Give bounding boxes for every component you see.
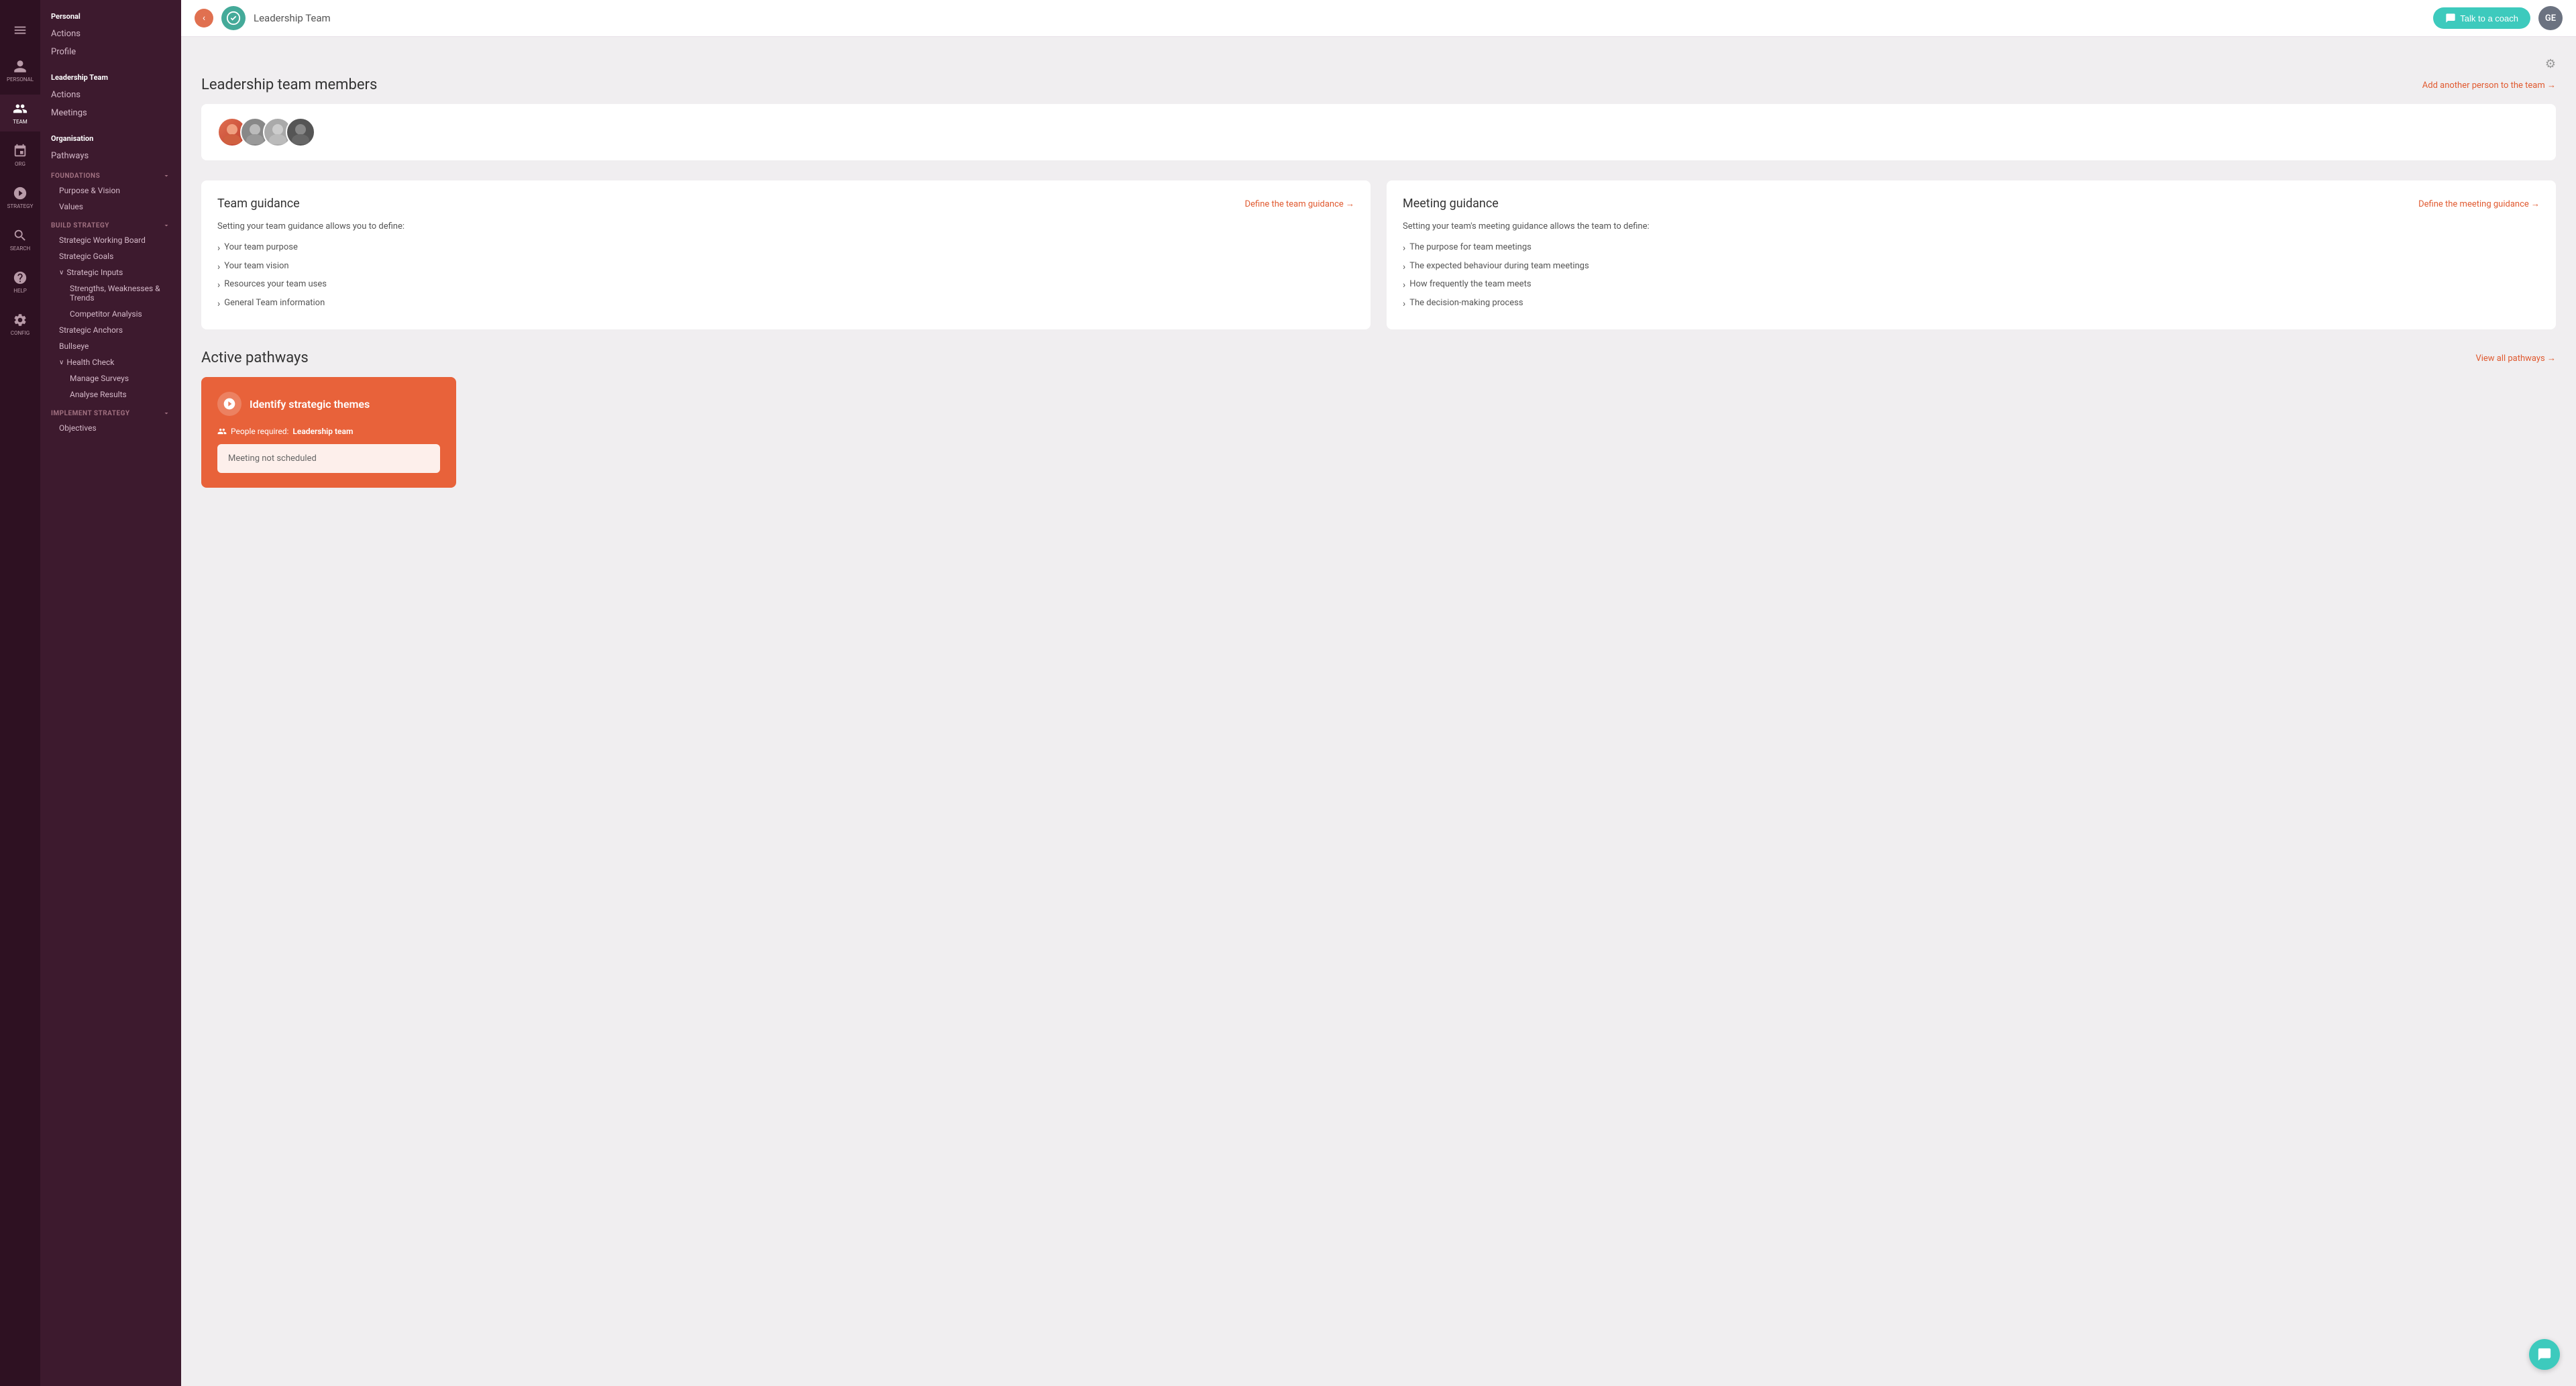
pathway-icon (217, 392, 241, 416)
meeting-guidance-intro: Setting your team's meeting guidance all… (1403, 221, 2540, 231)
pathway-people-value: Leadership team (292, 427, 353, 436)
members-section-header: Leadership team members Add another pers… (201, 76, 2556, 93)
hamburger-menu[interactable] (0, 13, 40, 47)
nav-config-label: CONFIG (11, 330, 30, 336)
sidebar-item-strategic-anchors[interactable]: Strategic Anchors (40, 322, 181, 338)
nav-team[interactable]: TEAM (0, 95, 40, 131)
active-pathways-title: Active pathways (201, 350, 309, 366)
organisation-section-title: Organisation (40, 122, 181, 147)
team-guidance-item-3: Resources your team uses (217, 276, 1354, 295)
define-meeting-guidance-link[interactable]: Define the meeting guidance → (2418, 199, 2540, 209)
sidebar-item-actions-personal[interactable]: Actions (40, 25, 181, 43)
sidebar-icon-strip: PERSONAL TEAM ORG STRATEGY SEARCH HELP C… (0, 0, 40, 1386)
sidebar-item-health-check[interactable]: ∨ Health Check (40, 354, 181, 370)
sidebar-item-bullseye[interactable]: Bullseye (40, 338, 181, 354)
team-guidance-item-1: Your team purpose (217, 239, 1354, 258)
sidebar-item-strengths[interactable]: Strengths, Weaknesses & Trends (40, 280, 181, 306)
sidebar-item-meetings[interactable]: Meetings (40, 104, 181, 122)
nav-team-label: TEAM (13, 119, 28, 125)
nav-org-label: ORG (15, 161, 25, 167)
guidance-row: Team guidance Define the team guidance →… (201, 180, 2556, 329)
pathways-section-header: Active pathways View all pathways → (201, 350, 2556, 366)
meeting-guidance-title: Meeting guidance (1403, 197, 1499, 211)
nav-personal-label: PERSONAL (7, 76, 34, 83)
team-guidance-item-2: Your team vision (217, 258, 1354, 277)
leadership-section-title: Leadership Team (40, 61, 181, 86)
topbar: ‹ Leadership Team Talk to a coach GE (181, 0, 2576, 37)
sidebar-item-values[interactable]: Values (40, 199, 181, 215)
nav-search-label: SEARCH (10, 246, 30, 252)
meeting-guidance-item-3: How frequently the team meets (1403, 276, 2540, 295)
sidebar-item-profile[interactable]: Profile (40, 43, 181, 61)
meeting-guidance-item-1: The purpose for team meetings (1403, 239, 2540, 258)
foundations-group: FOUNDATIONS (40, 165, 181, 182)
nav-strategy[interactable]: STRATEGY (0, 179, 40, 216)
sidebar-item-pathways[interactable]: Pathways (40, 147, 181, 165)
sidebar: Personal Actions Profile Leadership Team… (40, 0, 181, 1386)
sidebar-item-strategic-goals[interactable]: Strategic Goals (40, 248, 181, 264)
define-team-guidance-link[interactable]: Define the team guidance → (1245, 199, 1354, 209)
talk-to-coach-label: Talk to a coach (2460, 13, 2518, 23)
sidebar-item-strategic-working-board[interactable]: Strategic Working Board (40, 232, 181, 248)
meeting-guidance-item-4: The decision-making process (1403, 295, 2540, 314)
meeting-guidance-card: Meeting guidance Define the meeting guid… (1387, 180, 2556, 329)
nav-strategy-label: STRATEGY (7, 203, 34, 209)
pathway-card: Identify strategic themes People require… (201, 377, 456, 488)
sidebar-item-actions-leadership[interactable]: Actions (40, 86, 181, 104)
avatar-4 (286, 117, 315, 147)
meeting-guidance-list: The purpose for team meetings The expect… (1403, 239, 2540, 313)
team-logo (221, 6, 246, 30)
team-guidance-item-4: General Team information (217, 295, 1354, 314)
team-guidance-title: Team guidance (217, 197, 300, 211)
pathway-meeting-box: Meeting not scheduled (217, 444, 440, 473)
meeting-guidance-header: Meeting guidance Define the meeting guid… (1403, 197, 2540, 211)
team-guidance-list: Your team purpose Your team vision Resou… (217, 239, 1354, 313)
nav-help-label: HELP (13, 288, 27, 294)
members-card (201, 104, 2556, 160)
talk-to-coach-button[interactable]: Talk to a coach (2433, 7, 2530, 29)
pathway-card-header: Identify strategic themes (217, 392, 440, 416)
sidebar-item-strategic-inputs[interactable]: ∨ Strategic Inputs (40, 264, 181, 280)
add-person-link[interactable]: Add another person to the team → (2422, 80, 2556, 91)
view-all-pathways-link[interactable]: View all pathways → (2475, 353, 2556, 364)
user-avatar[interactable]: GE (2538, 6, 2563, 30)
sidebar-item-objectives[interactable]: Objectives (40, 420, 181, 436)
build-strategy-group: BUILD STRATEGY (40, 215, 181, 232)
nav-help[interactable]: HELP (0, 264, 40, 301)
implement-strategy-group: IMPLEMENT STRATEGY (40, 403, 181, 420)
nav-personal[interactable]: PERSONAL (0, 52, 40, 89)
members-title: Leadership team members (201, 76, 377, 93)
sidebar-item-analyse-results[interactable]: Analyse Results (40, 386, 181, 403)
nav-org[interactable]: ORG (0, 137, 40, 174)
sidebar-item-purpose-vision[interactable]: Purpose & Vision (40, 182, 181, 199)
team-guidance-intro: Setting your team guidance allows you to… (217, 221, 1354, 231)
main-wrapper: ‹ Leadership Team Talk to a coach GE ⚙ L… (181, 0, 2576, 1386)
pathway-people-label: People required: (231, 427, 288, 436)
topbar-team-name: Leadership Team (254, 12, 2425, 24)
collapse-sidebar-button[interactable]: ‹ (195, 9, 213, 28)
nav-search[interactable]: SEARCH (0, 221, 40, 258)
personal-section-title: Personal (40, 0, 181, 25)
pathway-people: People required: Leadership team (217, 427, 440, 436)
team-guidance-card: Team guidance Define the team guidance →… (201, 180, 1371, 329)
nav-config[interactable]: CONFIG (0, 306, 40, 343)
team-guidance-header: Team guidance Define the team guidance → (217, 197, 1354, 211)
sidebar-item-competitor-analysis[interactable]: Competitor Analysis (40, 306, 181, 322)
chat-bubble-button[interactable] (2529, 1339, 2560, 1370)
settings-icon[interactable]: ⚙ (2545, 57, 2556, 71)
pathway-title: Identify strategic themes (250, 398, 370, 411)
sidebar-item-manage-surveys[interactable]: Manage Surveys (40, 370, 181, 386)
meeting-guidance-item-2: The expected behaviour during team meeti… (1403, 258, 2540, 277)
main-content: ⚙ Leadership team members Add another pe… (181, 37, 2576, 1386)
pathway-meeting-status: Meeting not scheduled (228, 454, 317, 464)
